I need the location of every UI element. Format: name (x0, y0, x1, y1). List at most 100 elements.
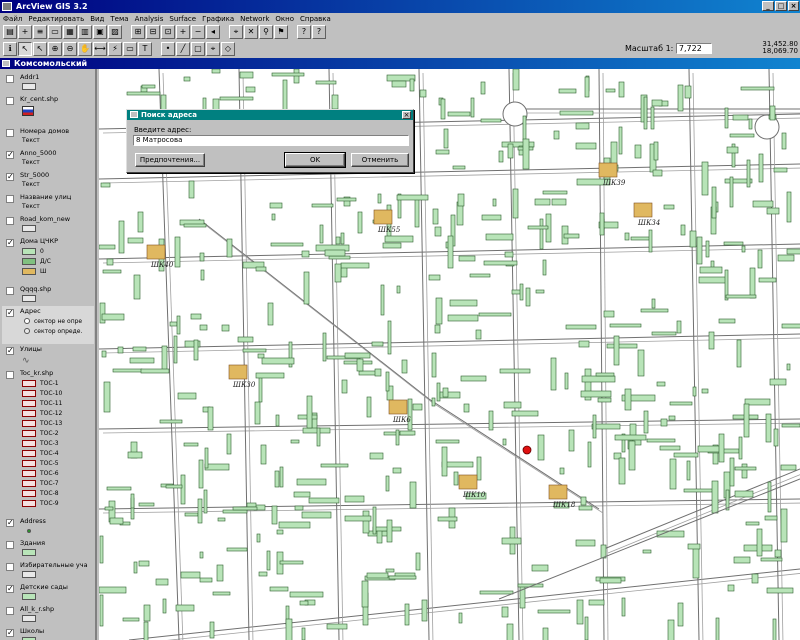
save-icon[interactable]: ▤ (3, 25, 17, 39)
building (209, 621, 215, 639)
zoom-out-fixed-icon[interactable]: − (191, 25, 205, 39)
layer-visibility-checkbox[interactable] (6, 607, 14, 615)
help-icon[interactable]: ? (312, 25, 326, 39)
layer-visibility-checkbox[interactable]: ✓ (6, 173, 14, 181)
pointer-icon[interactable]: ↖ (18, 42, 32, 56)
minimize-button[interactable]: _ (762, 1, 774, 11)
layer-visibility-checkbox[interactable]: ✓ (6, 347, 14, 355)
dialog-close-button[interactable]: × (402, 111, 411, 119)
toc-layer[interactable]: ✓ Школы (2, 626, 94, 640)
pan-icon[interactable]: ✋ (78, 42, 92, 56)
layer-visibility-checkbox[interactable] (6, 97, 14, 105)
zoom-selected-icon[interactable]: ⊡ (161, 25, 175, 39)
close-button[interactable]: × (788, 1, 799, 11)
add-theme-icon[interactable]: + (18, 25, 32, 39)
layer-visibility-checkbox[interactable] (6, 195, 14, 203)
toc-layer[interactable]: Qqqq.shp (2, 284, 94, 306)
layer-visibility-checkbox[interactable]: ✓ (6, 629, 14, 637)
layer-visibility-checkbox[interactable]: ✓ (6, 239, 14, 247)
address-input[interactable]: 8 Матросова (133, 135, 409, 146)
toc-layer[interactable]: Избирательные уча (2, 560, 94, 582)
zoom-in-fixed-icon[interactable]: + (176, 25, 190, 39)
building (696, 236, 703, 265)
building (745, 521, 760, 526)
building (504, 251, 514, 258)
identify-icon[interactable]: ℹ (3, 42, 17, 56)
label-icon[interactable]: ▭ (123, 42, 137, 56)
building (740, 86, 775, 91)
table-of-contents[interactable]: Addr1 Kr_cent.shp Номера домов Текст ✓ Anno_5… (0, 69, 97, 640)
dialog-titlebar[interactable]: Поиск адреса × (127, 110, 413, 120)
query-icon[interactable]: ? (297, 25, 311, 39)
building (271, 213, 276, 221)
zoom-active-icon[interactable]: ⊟ (146, 25, 160, 39)
toc-layer[interactable]: Номера домов Текст (2, 126, 94, 148)
building (344, 495, 365, 503)
find-icon[interactable]: ⚲ (259, 25, 273, 39)
measure-icon[interactable]: ⟷ (93, 42, 107, 56)
building (391, 80, 407, 88)
script-icon[interactable]: ▨ (108, 25, 122, 39)
layer-visibility-checkbox[interactable] (6, 371, 14, 379)
text-icon[interactable]: T (138, 42, 152, 56)
layout-icon[interactable]: ▣ (93, 25, 107, 39)
zoom-in-icon[interactable]: ⊕ (48, 42, 62, 56)
toc-layer[interactable]: All_k_r.shp (2, 604, 94, 626)
layer-visibility-checkbox[interactable]: ✓ (6, 585, 14, 593)
hotlink-icon[interactable]: ⚡ (108, 42, 122, 56)
layer-visibility-checkbox[interactable] (6, 75, 14, 83)
toc-layer[interactable]: Название улиц Текст (2, 192, 94, 214)
ok-button[interactable]: OK (284, 152, 346, 168)
building (565, 324, 597, 330)
building (169, 321, 178, 327)
layer-visibility-checkbox[interactable] (6, 563, 14, 571)
preferences-button[interactable]: Предпочтения... (135, 153, 205, 167)
toc-layer[interactable]: Toc_kr.shp ТОС-1 ТОС-10 ТОС-11 ТОС-12 ТОС-13 Т… (2, 368, 94, 516)
cancel-button[interactable]: Отменить (351, 153, 409, 167)
building (732, 114, 749, 121)
building (180, 474, 186, 505)
toc-layer[interactable]: Kr_cent.shp (2, 94, 94, 126)
theme-properties-icon[interactable]: ≡ (33, 25, 47, 39)
toc-layer[interactable]: Addr1 (2, 72, 94, 94)
locate-icon[interactable]: ⚑ (274, 25, 288, 39)
chart-icon[interactable]: ▥ (78, 25, 92, 39)
building (777, 254, 795, 262)
area-of-interest-icon[interactable]: ▢ (191, 42, 205, 56)
toc-layer[interactable]: ✓ Address (2, 516, 94, 538)
toc-layer[interactable]: ✓ Улицы ∿ (2, 344, 94, 368)
layer-name: Номера домов (20, 127, 70, 135)
address-locator-icon[interactable]: ⌖ (206, 42, 220, 56)
building (356, 358, 364, 372)
layer-visibility-checkbox[interactable]: ✓ (6, 309, 14, 317)
draw-point-icon[interactable]: • (161, 42, 175, 56)
layer-visibility-checkbox[interactable]: ✓ (6, 519, 14, 527)
maximize-button[interactable]: □ (775, 1, 787, 11)
clear-selection-icon[interactable]: ✕ (244, 25, 258, 39)
table-icon[interactable]: ▦ (63, 25, 77, 39)
scale-input[interactable]: 7,722 (675, 43, 712, 54)
snap-icon[interactable]: ◇ (221, 42, 235, 56)
toc-layer[interactable]: ✓ Адрес сектор не опре сектор опреде. (2, 306, 94, 344)
layer-visibility-checkbox[interactable]: ✓ (6, 151, 14, 159)
zoom-previous-icon[interactable]: ◂ (206, 25, 220, 39)
zoom-full-icon[interactable]: ⊞ (131, 25, 145, 39)
legend-label: ТОС-5 (40, 460, 59, 467)
legend-icon[interactable]: ▭ (48, 25, 62, 39)
building (175, 604, 195, 612)
toc-layer[interactable]: Road_kom_new (2, 214, 94, 236)
select-features-icon[interactable]: ⌖ (229, 25, 243, 39)
toc-layer[interactable]: ✓ Детские сады (2, 582, 94, 604)
layer-visibility-checkbox[interactable] (6, 287, 14, 295)
toc-layer[interactable]: ✓ Str_5000 Текст (2, 170, 94, 192)
layer-visibility-checkbox[interactable] (6, 129, 14, 137)
toc-layer[interactable]: ✓ Anno_5000 Текст (2, 148, 94, 170)
toc-layer[interactable]: Здания (2, 538, 94, 560)
zoom-out-icon[interactable]: ⊖ (63, 42, 77, 56)
toc-layer[interactable]: ✓ Дома ЦЧКР 0 Д/С Ш (2, 236, 94, 284)
vertex-edit-icon[interactable]: ↖ (33, 42, 47, 56)
building (371, 341, 384, 347)
layer-visibility-checkbox[interactable] (6, 541, 14, 549)
layer-visibility-checkbox[interactable] (6, 217, 14, 225)
draw-line-icon[interactable]: ╱ (176, 42, 190, 56)
